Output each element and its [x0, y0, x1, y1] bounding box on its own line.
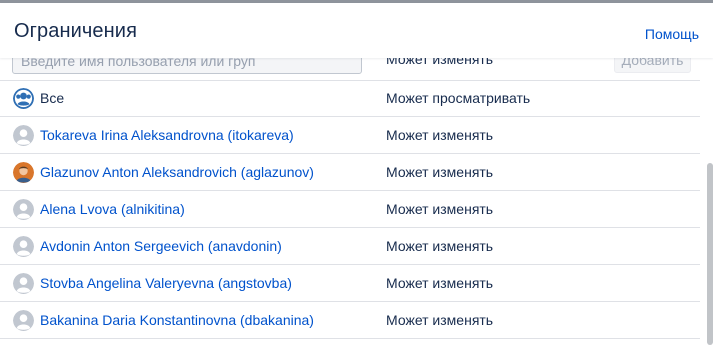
user-link[interactable]: Avdonin Anton Sergeevich (anavdonin): [40, 238, 282, 254]
help-link[interactable]: Помощь: [645, 26, 699, 42]
user-name: Все: [40, 90, 65, 106]
user-link[interactable]: Glazunov Anton Aleksandrovich (aglazunov…: [40, 164, 314, 180]
permission-label[interactable]: Может изменять: [386, 312, 493, 328]
list-item: Stovba Angelina Valeryevna (angstovba) М…: [0, 265, 700, 302]
user-link[interactable]: Tokareva Irina Aleksandrovna (itokareva): [40, 127, 294, 143]
user-link[interactable]: Stovba Angelina Valeryevna (angstovba): [40, 275, 292, 291]
default-user-avatar-icon: [13, 125, 34, 146]
list-item: Alena Lvova (alnikitina) Может изменять: [0, 191, 700, 228]
list-item: Все Может просматривать: [0, 80, 700, 117]
list-item: Tokareva Irina Aleksandrovna (itokareva)…: [0, 117, 700, 154]
scrollbar[interactable]: [707, 163, 713, 345]
list-item: Avdonin Anton Sergeevich (anavdonin) Мож…: [0, 228, 700, 265]
permission-label[interactable]: Может изменять: [386, 275, 493, 291]
list-item: Bakanina Daria Konstantinovna (dbakanina…: [0, 302, 700, 339]
permission-label[interactable]: Может изменять: [386, 201, 493, 217]
permission-label[interactable]: Может изменять: [386, 127, 493, 143]
photo-avatar: [13, 162, 34, 183]
default-user-avatar-icon: [13, 273, 34, 294]
dialog-header: Ограничения Помощь: [0, 3, 713, 58]
group-avatar-icon: [13, 88, 34, 109]
restrictions-list: Все Может просматривать Tokareva Irina A…: [0, 80, 700, 339]
permission-label[interactable]: Может просматривать: [386, 90, 530, 106]
list-item: Glazunov Anton Aleksandrovich (aglazunov…: [0, 154, 700, 191]
default-user-avatar-icon: [13, 310, 34, 331]
user-link[interactable]: Bakanina Daria Konstantinovna (dbakanina…: [40, 312, 314, 328]
user-link[interactable]: Alena Lvova (alnikitina): [40, 201, 185, 217]
permission-label[interactable]: Может изменять: [386, 238, 493, 254]
permission-label[interactable]: Может изменять: [386, 164, 493, 180]
default-user-avatar-icon: [13, 236, 34, 257]
page-title: Ограничения: [14, 20, 138, 42]
default-user-avatar-icon: [13, 199, 34, 220]
